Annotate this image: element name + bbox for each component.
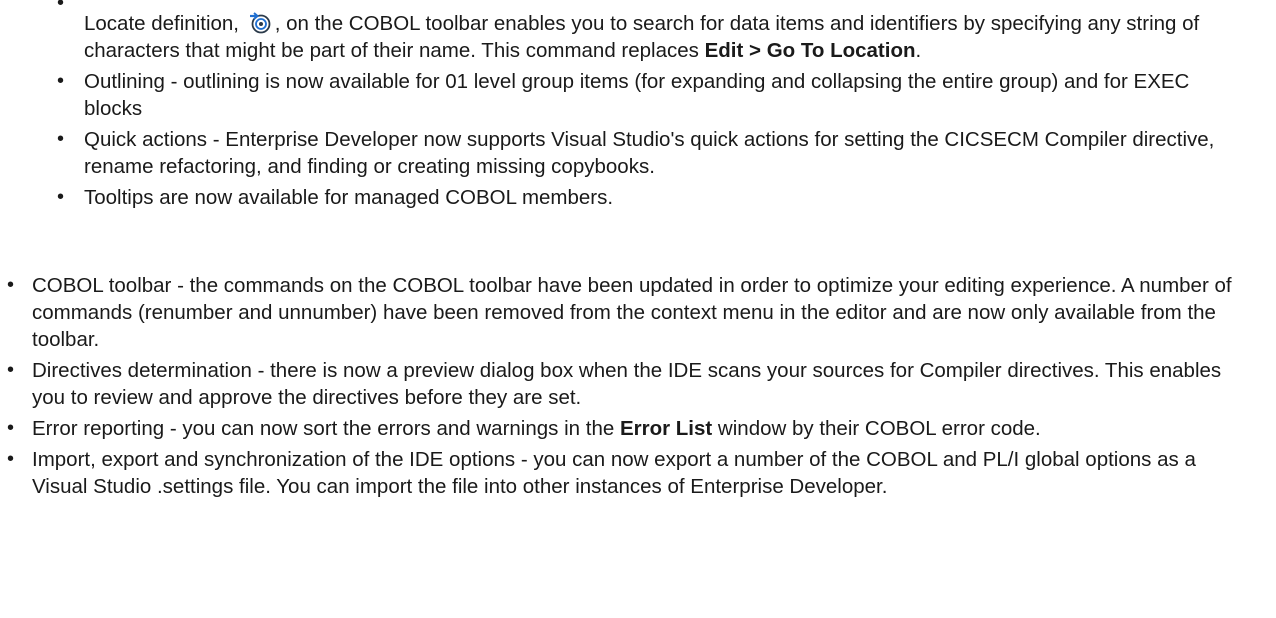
item-text: Import, export and synchronization of th… [32,448,1196,498]
bullet: • [57,70,65,92]
list-item-locate-definition: • Locate definition, , on the COBOL tool… [0,0,1276,64]
item-text: COBOL toolbar - the commands on the COBO… [32,274,1232,351]
item-text: Error reporting - you can now sort the e… [32,417,620,440]
bullet: • [57,0,65,14]
item-text: Locate definition, [84,12,245,35]
bullet: • [57,186,65,208]
bullet: • [57,128,65,150]
locate-definition-icon [247,10,273,34]
bullet: • [7,359,15,381]
bullet: • [7,417,15,439]
list-item-cobol-toolbar: • COBOL toolbar - the commands on the CO… [0,272,1276,353]
error-list-window: Error List [619,417,713,440]
item-text: window by their COBOL error code. [712,417,1041,440]
sub-bullet-list: • Locate definition, , on the COBOL tool… [0,0,1276,211]
list-item-directives-determination: • Directives determination - there is no… [0,357,1276,411]
list-item-outlining: • Outlining - outlining is now available… [0,68,1276,122]
item-text: Quick actions - Enterprise Developer now… [84,128,1215,178]
item-text: Outlining - outlining is now available f… [84,70,1190,120]
list-item-error-reporting: • Error reporting - you can now sort the… [0,415,1276,442]
edit-go-to-location-command: Edit > Go To Location [704,39,916,62]
item-text: Tooltips are now available for managed C… [84,186,614,209]
list-item-quick-actions: • Quick actions - Enterprise Developer n… [0,126,1276,180]
list-item-import-export: • Import, export and synchronization of … [0,446,1276,500]
item-text: . [915,39,922,62]
list-item-tooltips: • Tooltips are now available for managed… [0,184,1276,211]
bullet: • [7,274,15,296]
document-page: • Locate definition, , on the COBOL tool… [0,0,1276,618]
bullet-list: • COBOL toolbar - the commands on the CO… [0,272,1276,500]
item-text: Directives determination - there is now … [32,359,1222,409]
bullet: • [7,448,15,470]
